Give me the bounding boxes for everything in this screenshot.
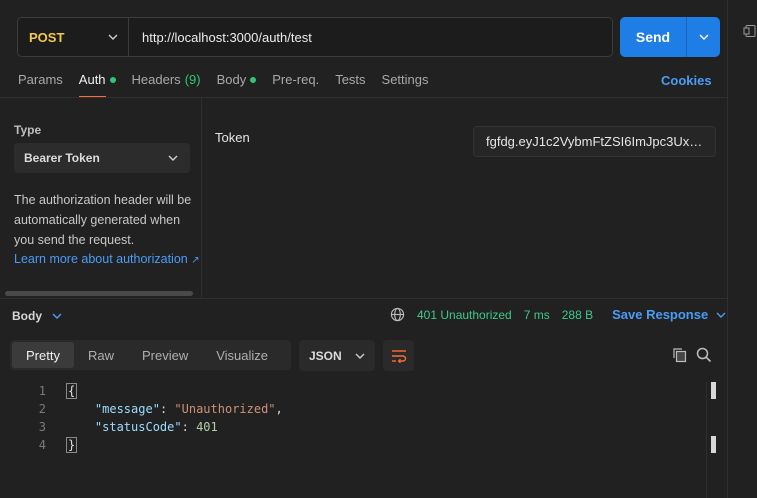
tab-preview[interactable]: Preview xyxy=(128,342,202,368)
tab-body[interactable]: Body xyxy=(217,72,257,98)
external-link-icon: ↗ xyxy=(191,255,200,266)
right-sidebar xyxy=(727,0,757,498)
type-label: Type xyxy=(14,123,42,137)
globe-icon[interactable] xyxy=(390,307,405,322)
open-brace: { xyxy=(66,383,78,399)
tab-params[interactable]: Params xyxy=(18,72,63,98)
code-line: 1 { xyxy=(0,382,705,400)
json-value: 401 xyxy=(196,420,218,434)
wrap-lines-icon xyxy=(391,349,406,363)
line-number: 4 xyxy=(38,438,46,452)
response-code-view[interactable]: 1 { 2 "message": "Unauthorized", 3 "stat… xyxy=(0,382,705,454)
code-line: 2 "message": "Unauthorized", xyxy=(0,400,705,418)
chevron-down-icon xyxy=(108,34,118,40)
tab-label: Settings xyxy=(381,72,429,87)
learn-more-link[interactable]: Learn more about authorization ↗ xyxy=(14,249,200,271)
active-dot xyxy=(109,77,116,83)
auth-type-value: Bearer Token xyxy=(24,151,100,165)
tab-visualize[interactable]: Visualize xyxy=(202,342,282,368)
chevron-down-icon xyxy=(699,34,708,40)
horizontal-scrollbar[interactable] xyxy=(5,291,193,296)
tab-settings[interactable]: Settings xyxy=(382,72,429,98)
url-bar: POST http://localhost:3000/auth/test xyxy=(17,17,613,57)
line-number: 2 xyxy=(38,402,46,416)
auth-type-select[interactable]: Bearer Token xyxy=(14,143,190,173)
scrollbar-marker[interactable] xyxy=(711,382,716,399)
cookies-link[interactable]: Cookies xyxy=(661,73,712,88)
send-options-button[interactable] xyxy=(687,17,720,57)
tab-label: Headers xyxy=(131,72,181,87)
code-line: 3 "statusCode": 401 xyxy=(0,418,705,436)
tab-label: Auth xyxy=(78,72,106,87)
send-button-group: Send xyxy=(620,17,720,57)
code-line: 4 } xyxy=(0,436,705,454)
tab-pretty[interactable]: Pretty xyxy=(12,342,74,368)
token-input[interactable]: fgfdg.eyJ1c2VybmFtZSI6ImJpc3UxIiwiaWF0Ij… xyxy=(473,126,716,157)
request-tabs: Params Auth Headers (9) Body Pre-req. Tes… xyxy=(18,72,445,98)
tab-label: Body xyxy=(216,72,247,87)
chevron-down-icon xyxy=(52,313,62,319)
tab-label: Pre-req. xyxy=(272,72,320,87)
tab-label: Params xyxy=(18,72,63,87)
line-number: 3 xyxy=(38,420,46,434)
auth-description: The authorization header will be automat… xyxy=(14,193,192,247)
copy-icon[interactable] xyxy=(672,347,688,363)
json-key: "message" xyxy=(94,402,160,416)
tab-raw[interactable]: Raw xyxy=(74,342,128,368)
headers-count: (9) xyxy=(184,72,201,87)
format-value: JSON xyxy=(309,348,342,363)
tab-headers[interactable]: Headers (9) xyxy=(132,72,201,98)
close-brace: } xyxy=(66,437,78,453)
tab-pre-request[interactable]: Pre-req. xyxy=(272,72,319,98)
chevron-down-icon xyxy=(355,353,365,359)
active-dot xyxy=(250,77,257,83)
response-body-label: Body xyxy=(12,309,42,323)
url-input[interactable]: http://localhost:3000/auth/test xyxy=(129,30,612,45)
json-key: "statusCode" xyxy=(94,420,182,434)
learn-more-text: Learn more about authorization xyxy=(14,252,188,266)
response-meta: 401 Unauthorized 7 ms 288 B Save Respons… xyxy=(390,307,726,322)
json-punct: , xyxy=(275,402,283,416)
response-body-dropdown[interactable]: Body xyxy=(12,309,62,323)
response-view-tabs: Pretty Raw Preview Visualize xyxy=(10,340,291,370)
search-icon[interactable] xyxy=(696,347,712,363)
save-response-button[interactable]: Save Response xyxy=(612,307,726,322)
line-number: 1 xyxy=(38,384,46,398)
documentation-icon[interactable] xyxy=(743,24,757,38)
token-label: Token xyxy=(215,130,250,145)
divider xyxy=(0,298,727,299)
scrollbar-marker[interactable] xyxy=(711,436,716,453)
tab-auth[interactable]: Auth xyxy=(78,72,116,98)
tab-label: Tests xyxy=(335,72,366,87)
save-response-label: Save Response xyxy=(612,307,709,322)
method-select[interactable]: POST xyxy=(18,18,129,56)
method-label: POST xyxy=(29,29,65,45)
chevron-down-icon xyxy=(716,312,726,318)
tab-tests[interactable]: Tests xyxy=(335,72,365,98)
response-size[interactable]: 288 B xyxy=(562,308,593,322)
format-select[interactable]: JSON xyxy=(299,340,375,371)
response-time[interactable]: 7 ms xyxy=(524,308,550,322)
status-code[interactable]: 401 Unauthorized xyxy=(417,308,512,322)
chevron-down-icon xyxy=(168,155,178,161)
token-value: fgfdg.eyJ1c2VybmFtZSI6ImJpc3UxIiwiaWF0Ij… xyxy=(486,134,705,149)
wrap-lines-button[interactable] xyxy=(383,340,414,371)
send-button[interactable]: Send xyxy=(620,17,687,57)
scrollbar-track xyxy=(706,382,707,498)
json-value: "Unauthorized" xyxy=(174,402,276,416)
